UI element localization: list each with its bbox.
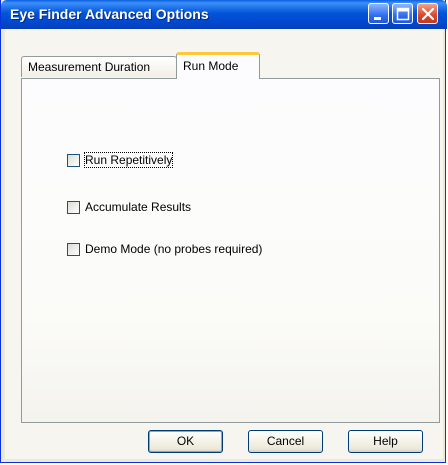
maximize-icon: [396, 7, 410, 21]
help-button[interactable]: Help: [348, 430, 423, 453]
tab-measurement-duration[interactable]: Measurement Duration: [21, 56, 177, 77]
close-icon: [421, 7, 435, 21]
run-repetitively-label[interactable]: Run Repetitively: [83, 152, 174, 168]
window-title: Eye Finder Advanced Options: [10, 6, 209, 22]
ok-button[interactable]: OK: [148, 430, 223, 453]
cancel-button[interactable]: Cancel: [248, 430, 323, 453]
accumulate-results-checkbox[interactable]: [67, 200, 80, 214]
run-repetitively-option[interactable]: Run Repetitively: [67, 152, 174, 168]
run-mode-panel: Run Repetitively Accumulate Results Demo…: [21, 78, 440, 423]
demo-mode-checkbox[interactable]: [67, 242, 80, 256]
close-button[interactable]: [417, 3, 438, 24]
maximize-button[interactable]: [392, 3, 413, 24]
accumulate-results-label[interactable]: Accumulate Results: [85, 200, 191, 214]
dialog-window: Eye Finder Advanced Options Measurement …: [0, 0, 447, 463]
run-repetitively-checkbox[interactable]: [67, 153, 80, 167]
minimize-icon: [374, 17, 381, 20]
tab-run-mode[interactable]: Run Mode: [176, 52, 260, 79]
demo-mode-option[interactable]: Demo Mode (no probes required): [67, 241, 262, 257]
title-bar[interactable]: Eye Finder Advanced Options: [1, 0, 447, 29]
demo-mode-label[interactable]: Demo Mode (no probes required): [85, 242, 262, 256]
accumulate-results-option[interactable]: Accumulate Results: [67, 199, 191, 215]
dialog-client-area: Measurement Duration Run Mode Run Repeti…: [5, 29, 443, 459]
minimize-button[interactable]: [368, 3, 389, 24]
